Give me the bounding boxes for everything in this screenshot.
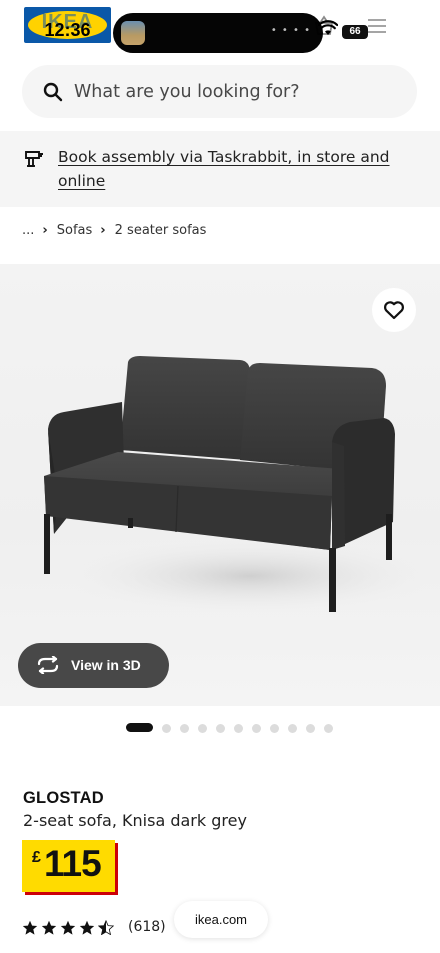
breadcrumb: ... › Sofas › 2 seater sofas — [22, 220, 206, 240]
search-bar[interactable] — [22, 65, 417, 118]
breadcrumb-item-sofas[interactable]: Sofas — [57, 223, 93, 238]
breadcrumb-ellipsis[interactable]: ... — [22, 223, 34, 238]
gallery-dot[interactable] — [198, 724, 207, 733]
search-icon — [43, 82, 63, 102]
gallery-dot[interactable] — [234, 724, 243, 733]
breadcrumb-item-2-seater-sofas[interactable]: 2 seater sofas — [115, 223, 207, 238]
assembly-link[interactable]: Book assembly via Taskrabbit, in store a… — [58, 145, 408, 193]
heart-icon — [384, 301, 404, 320]
gallery-dot[interactable] — [306, 724, 315, 733]
view-in-3d-button[interactable]: View in 3D — [18, 643, 169, 688]
product-name[interactable]: GLOSTAD — [23, 789, 104, 808]
gallery-dot[interactable] — [162, 724, 171, 733]
favourite-button[interactable] — [372, 288, 416, 332]
status-indicators: 66 — [310, 14, 410, 42]
price-amount: 115 — [44, 843, 102, 884]
audio-activity-icon: • • • • — [270, 25, 311, 36]
status-time: 12:36 — [44, 20, 91, 40]
search-input[interactable] — [74, 75, 404, 108]
star-full-icon — [60, 920, 76, 935]
chevron-right-icon: › — [42, 222, 48, 238]
star-full-icon — [41, 920, 57, 935]
dynamic-island: • • • • — [113, 13, 323, 53]
gallery-dot[interactable] — [324, 724, 333, 733]
view-in-3d-label: View in 3D — [71, 657, 141, 673]
star-full-icon — [22, 920, 38, 935]
wifi-icon — [318, 20, 338, 35]
gallery-dot[interactable] — [180, 724, 189, 733]
status-bar: IKEA 12:36 • • • • 66 — [0, 0, 440, 56]
browser-url-pill[interactable]: ikea.com — [174, 901, 268, 938]
gallery-dot[interactable] — [270, 724, 279, 733]
battery-indicator: 66 — [342, 25, 368, 39]
star-half-icon — [98, 919, 114, 935]
chevron-right-icon: › — [100, 222, 106, 238]
menu-icon[interactable] — [366, 16, 388, 36]
product-description: 2-seat sofa, Knisa dark grey — [23, 811, 247, 830]
product-rating[interactable]: (618) — [22, 918, 166, 936]
gallery-dot-active[interactable] — [126, 723, 153, 732]
drill-icon — [25, 151, 43, 167]
assembly-banner: Book assembly via Taskrabbit, in store a… — [0, 131, 440, 207]
price-tag: £ 115 — [22, 840, 115, 892]
rating-stars — [22, 919, 117, 935]
now-playing-thumbnail — [121, 21, 145, 45]
gallery-dot[interactable] — [252, 724, 261, 733]
gallery-dot[interactable] — [216, 724, 225, 733]
star-full-icon — [79, 920, 95, 935]
review-count[interactable]: (618) — [128, 919, 166, 935]
price-currency: £ — [32, 849, 41, 866]
product-image-sofa[interactable] — [0, 264, 440, 706]
rotate-3d-icon — [37, 656, 59, 674]
gallery-dot[interactable] — [288, 724, 297, 733]
